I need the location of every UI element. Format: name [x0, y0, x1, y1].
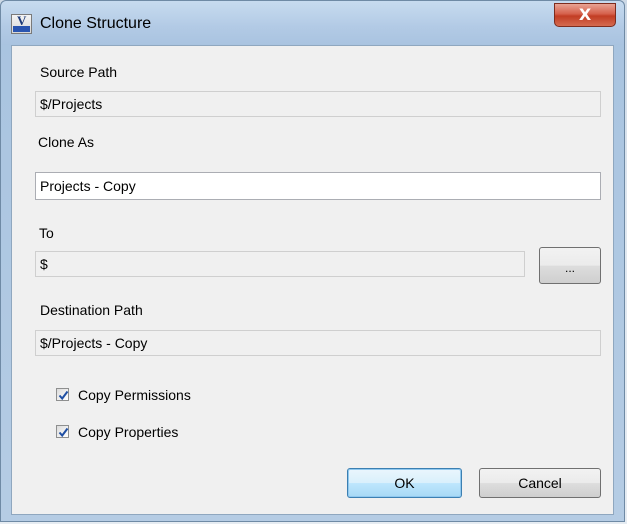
window-title: Clone Structure — [40, 15, 152, 32]
check-mark-icon — [58, 427, 69, 438]
source-path-label: Source Path — [40, 64, 118, 80]
copy-properties-checkbox[interactable]: Copy Properties — [56, 424, 256, 442]
destination-path-field: $/Projects - Copy — [35, 330, 601, 356]
close-button[interactable]: X — [554, 3, 616, 27]
to-label: To — [39, 225, 54, 241]
ok-button[interactable]: OK — [347, 468, 462, 498]
destination-path-label: Destination Path — [40, 302, 143, 318]
clone-structure-dialog: V Clone Structure X Source Path $/Projec… — [0, 0, 625, 522]
checkbox-box[interactable] — [56, 388, 69, 401]
dialog-body: Source Path $/Projects Clone As Projects… — [11, 45, 614, 515]
checkbox-box[interactable] — [56, 425, 69, 438]
copy-permissions-label: Copy Permissions — [78, 387, 191, 403]
to-field: $ — [35, 251, 525, 277]
title-bar: V Clone Structure X — [1, 1, 624, 45]
app-icon: V — [11, 13, 32, 34]
browse-button[interactable]: ... — [539, 247, 601, 284]
check-mark-icon — [58, 390, 69, 401]
clone-as-input[interactable]: Projects - Copy — [35, 172, 601, 200]
copy-permissions-checkbox[interactable]: Copy Permissions — [56, 387, 256, 405]
copy-properties-label: Copy Properties — [78, 424, 179, 440]
clone-as-label: Clone As — [38, 134, 95, 150]
cancel-button[interactable]: Cancel — [479, 468, 601, 498]
close-icon: X — [578, 5, 592, 24]
source-path-field: $/Projects — [35, 91, 601, 117]
